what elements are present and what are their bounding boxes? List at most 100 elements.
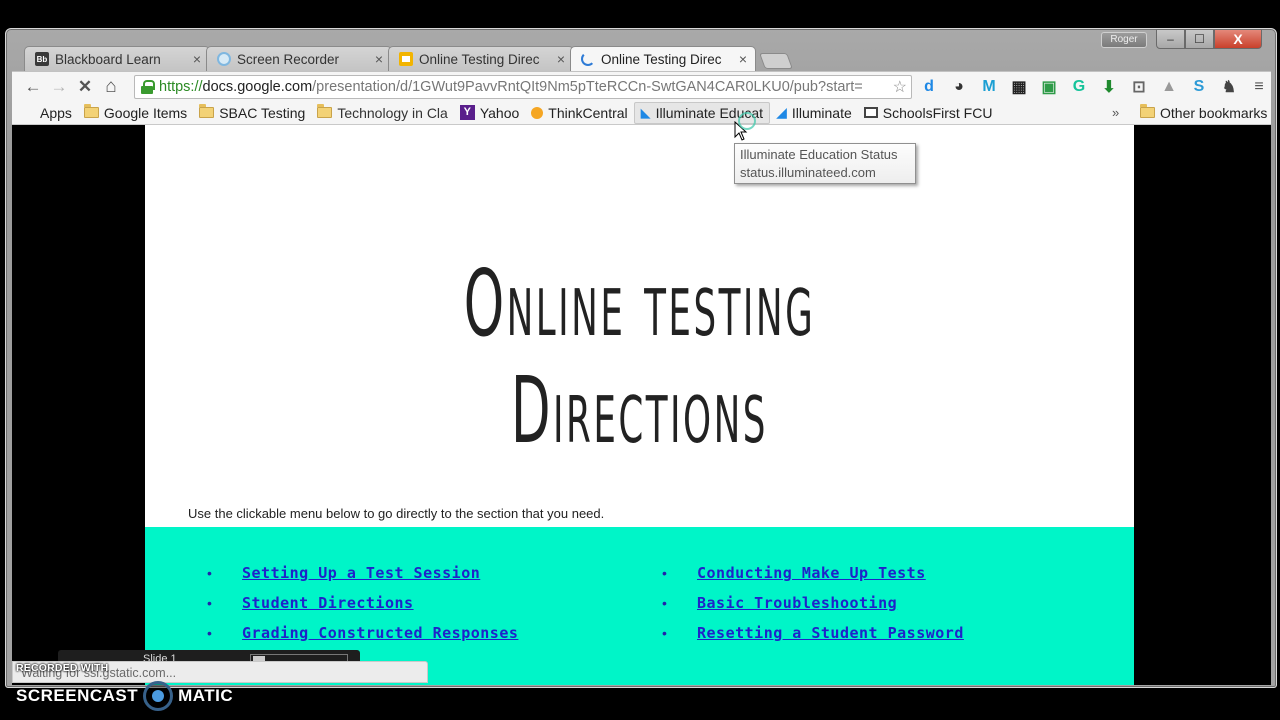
- screencastify-extension-glyph: S: [1193, 78, 1205, 95]
- speedometer-extension-glyph: ◕: [954, 78, 964, 95]
- stop-loading-button[interactable]: ✕: [72, 75, 98, 99]
- speedometer-extension-icon[interactable]: ◕: [944, 75, 974, 99]
- bookmark-label: Google Items: [103, 104, 188, 121]
- bookmark-label: ThinkCentral: [548, 104, 628, 121]
- bookmark-label: SBAC Testing: [219, 104, 306, 121]
- tab-online-testing-active[interactable]: Online Testing Direc ×: [570, 46, 756, 71]
- watermark-brand-right: MATIC: [178, 686, 234, 705]
- bookmark-label: Illuminate: [791, 104, 852, 121]
- menu-item: • Basic Troubleshooting: [662, 588, 964, 618]
- link-conducting-make-up-tests[interactable]: Conducting Make Up Tests: [697, 564, 926, 582]
- qr-code-extension-icon[interactable]: ▦: [1004, 75, 1034, 99]
- link-student-directions[interactable]: Student Directions: [242, 594, 414, 612]
- close-tab-icon[interactable]: ×: [193, 51, 201, 67]
- loading-spinner-icon: [581, 52, 595, 66]
- folder-icon: [83, 104, 99, 118]
- google-drive-extension-icon[interactable]: ▲: [1154, 75, 1184, 99]
- extensions-area: d ◕ M ▦ ▣ G ⬇ ⊡ ▲ S ♞ ≡: [914, 75, 1274, 99]
- forward-button[interactable]: →: [46, 75, 72, 99]
- bullet: •: [662, 625, 667, 641]
- mote-extension-glyph: M: [982, 78, 996, 95]
- bookmark-label: Other bookmarks: [1160, 104, 1268, 121]
- bookmark-folder-sbac-testing[interactable]: SBAC Testing: [193, 102, 311, 124]
- screencastify-extension-icon[interactable]: S: [1184, 75, 1214, 99]
- download-extension-glyph: ⬇: [1102, 79, 1116, 96]
- yahoo-icon: Y: [459, 105, 475, 120]
- close-tab-icon[interactable]: ×: [557, 51, 565, 67]
- illuminate-education-icon: ◣: [640, 104, 651, 120]
- bookmark-folder-technology[interactable]: Technology in Cla: [311, 102, 454, 124]
- cast-glyph: ⊡: [1132, 79, 1146, 96]
- apps-grid-icon: [22, 106, 35, 119]
- screencast-o-matic-logo-icon: [143, 681, 174, 711]
- grammarly-extension-icon[interactable]: G: [1064, 75, 1094, 99]
- link-basic-troubleshooting[interactable]: Basic Troubleshooting: [697, 594, 897, 612]
- address-bar[interactable]: https:// docs.google.com /presentation/d…: [134, 75, 912, 99]
- new-tab-button[interactable]: [759, 53, 793, 69]
- dictionary-extension-glyph: d: [924, 78, 934, 95]
- thinkcentral-icon: [531, 106, 544, 119]
- bookmark-star-icon[interactable]: ☆: [893, 77, 907, 97]
- evernote-extension-icon[interactable]: ♞: [1214, 75, 1244, 99]
- tab-online-testing-slides[interactable]: Online Testing Direc ×: [388, 46, 574, 71]
- bookmark-illuminate[interactable]: ◢ Illuminate: [770, 102, 858, 124]
- slide: Online testing Directions Use the clicka…: [145, 125, 1134, 685]
- mote-extension-icon[interactable]: M: [974, 75, 1004, 99]
- menu-column-right: • Conducting Make Up Tests • Basic Trouble…: [662, 558, 964, 648]
- minimize-button[interactable]: –: [1156, 29, 1185, 49]
- menu-item: • Grading Constructed Responses: [207, 618, 518, 648]
- bookmark-schoolsfirst[interactable]: SchoolsFirst FCU: [858, 102, 999, 124]
- bookmark-folder-google-items[interactable]: Google Items: [78, 102, 193, 124]
- close-window-button[interactable]: X: [1214, 29, 1262, 49]
- menu-item: • Student Directions: [207, 588, 518, 618]
- bookmark-label: Yahoo: [479, 104, 520, 121]
- close-tab-icon[interactable]: ×: [375, 51, 383, 67]
- tab-title: Blackboard Learn: [55, 51, 161, 67]
- google-slides-icon: [399, 52, 413, 66]
- menu-item: • Setting Up a Test Session: [207, 558, 518, 588]
- back-button[interactable]: ←: [20, 75, 46, 99]
- home-button[interactable]: ⌂: [98, 75, 124, 99]
- bookmark-thinkcentral[interactable]: ThinkCentral: [525, 102, 633, 124]
- qr-code-extension-glyph: ▦: [1011, 79, 1027, 96]
- tab-strip: Bb Blackboard Learn × Screen Recorder × …: [24, 46, 793, 71]
- folder-icon: [1140, 104, 1155, 118]
- tab-screen-recorder[interactable]: Screen Recorder ×: [206, 46, 392, 71]
- evernote-extension-glyph: ♞: [1221, 79, 1237, 96]
- link-grading-constructed-responses[interactable]: Grading Constructed Responses: [242, 624, 518, 642]
- other-bookmarks-folder[interactable]: Other bookmarks: [1134, 102, 1273, 124]
- link-resetting-student-password[interactable]: Resetting a Student Password: [697, 624, 964, 642]
- bullet: •: [207, 565, 212, 581]
- chrome-menu-icon[interactable]: ≡: [1244, 75, 1274, 99]
- google-classroom-extension-glyph: ▣: [1041, 79, 1057, 96]
- bullet: •: [207, 595, 212, 611]
- download-extension-icon[interactable]: ⬇: [1094, 75, 1124, 99]
- url-path: /presentation/d/1GWut9PavvRntQIt9Nm5pTte…: [312, 79, 863, 95]
- bookmark-label: SchoolsFirst FCU: [882, 104, 993, 121]
- tab-title: Online Testing Direc: [601, 51, 722, 67]
- slide-instructions: Use the clickable menu below to go direc…: [188, 506, 605, 521]
- screen-recorder-icon: [217, 52, 231, 66]
- bullet: •: [662, 565, 667, 581]
- menu-column-left: • Setting Up a Test Session • Student Dire…: [207, 558, 518, 648]
- folder-icon: [199, 104, 215, 118]
- browser-toolbar: ← → ✕ ⌂ https:// docs.google.com /presen…: [12, 71, 1271, 101]
- link-setting-up-test-session[interactable]: Setting Up a Test Session: [242, 564, 480, 582]
- close-tab-icon[interactable]: ×: [739, 51, 747, 67]
- maximize-button[interactable]: ☐: [1185, 29, 1214, 49]
- bookmarks-overflow-chevron[interactable]: »: [1112, 105, 1119, 120]
- bullet: •: [662, 595, 667, 611]
- tab-blackboard-learn[interactable]: Bb Blackboard Learn ×: [24, 46, 210, 71]
- bookmark-apps[interactable]: Apps: [16, 102, 78, 124]
- blackboard-icon: Bb: [35, 52, 49, 66]
- tooltip-url: status.illuminateed.com: [740, 165, 876, 180]
- menu-item: • Conducting Make Up Tests: [662, 558, 964, 588]
- chrome-menu-glyph: ≡: [1254, 78, 1264, 95]
- bookmark-yahoo[interactable]: Y Yahoo: [454, 102, 525, 124]
- dictionary-extension-icon[interactable]: d: [914, 75, 944, 99]
- window-controls: – ☐ X: [1156, 29, 1262, 49]
- cast-icon[interactable]: ⊡: [1124, 75, 1154, 99]
- google-classroom-extension-icon[interactable]: ▣: [1034, 75, 1064, 99]
- url-host: docs.google.com: [202, 79, 313, 95]
- user-profile-badge[interactable]: Roger: [1101, 32, 1147, 48]
